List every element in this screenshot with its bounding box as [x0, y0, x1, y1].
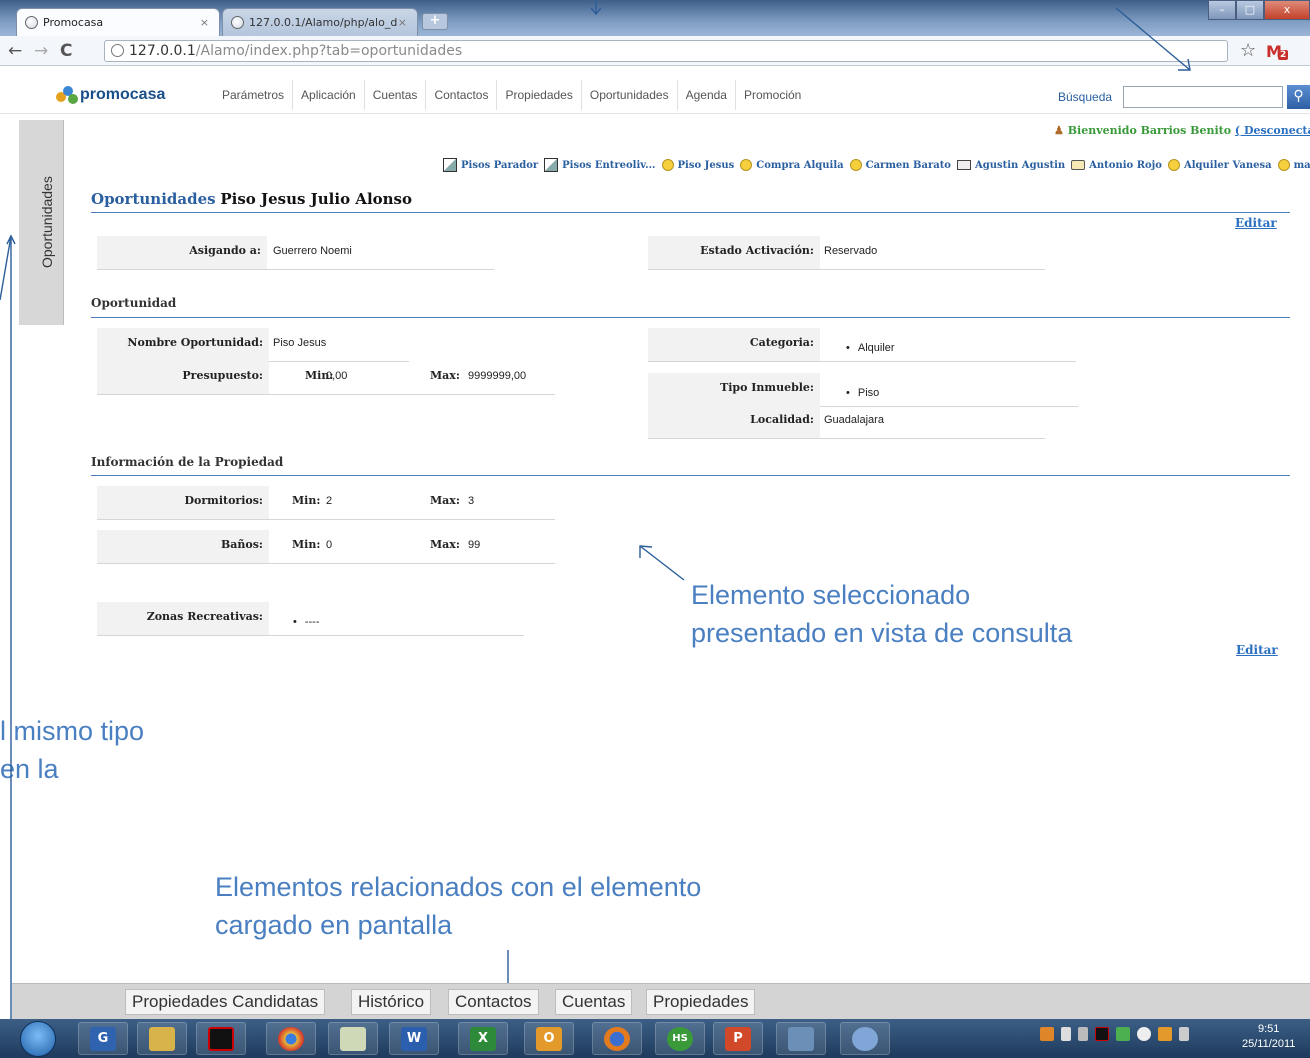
- word-icon: W: [401, 1026, 427, 1051]
- taskbar-app[interactable]: W: [389, 1022, 439, 1055]
- app-icon: [340, 1026, 366, 1051]
- system-tray: [1040, 1027, 1196, 1041]
- excel-icon: X: [470, 1026, 496, 1051]
- tray-icon[interactable]: [1095, 1027, 1109, 1041]
- annotation-arrows: [0, 0, 1191, 1019]
- tray-icon[interactable]: [1040, 1027, 1054, 1041]
- flag-icon[interactable]: [1061, 1027, 1071, 1041]
- tab-contactos[interactable]: Contactos: [448, 989, 539, 1015]
- firefox-icon: [604, 1026, 630, 1051]
- left-annotation-line: [0, 235, 12, 301]
- outlook-tray-icon[interactable]: [1158, 1027, 1172, 1041]
- topright-annotation-arrow: [1115, 7, 1191, 71]
- clock[interactable]: 9:51 25/11/2011: [1242, 1022, 1295, 1052]
- taskbar-app[interactable]: [840, 1022, 890, 1055]
- taskbar-app[interactable]: [328, 1022, 378, 1055]
- taskbar-app[interactable]: P: [713, 1022, 763, 1055]
- selected-annotation-arrow: [639, 545, 685, 581]
- postgres-icon: [788, 1026, 814, 1051]
- taskbar-app[interactable]: X: [458, 1022, 508, 1055]
- folder-icon: [149, 1026, 175, 1051]
- tray-icon[interactable]: [1179, 1027, 1189, 1041]
- taskbar-app[interactable]: HS: [655, 1022, 705, 1055]
- related-tabs-bar: Propiedades Candidatas Histórico Contact…: [12, 983, 1310, 1019]
- tab-cuentas[interactable]: Cuentas: [555, 989, 633, 1015]
- app-icon: [208, 1026, 234, 1051]
- tab-historico[interactable]: Histórico: [351, 989, 432, 1015]
- taskbar-app[interactable]: G: [78, 1022, 128, 1055]
- powerpoint-icon: P: [725, 1026, 751, 1051]
- start-button[interactable]: [20, 1021, 56, 1057]
- tab-propiedades-candidatas[interactable]: Propiedades Candidatas: [125, 989, 326, 1015]
- outlook-icon: O: [536, 1026, 562, 1051]
- chrome-icon: [278, 1026, 304, 1051]
- clock-date: 25/11/2011: [1242, 1038, 1296, 1050]
- taskbar-app[interactable]: [266, 1022, 316, 1055]
- tray-icon[interactable]: [1137, 1027, 1151, 1041]
- app-icon: G: [90, 1026, 116, 1051]
- clock-time: 9:51: [1258, 1023, 1280, 1035]
- app-icon: HS: [667, 1026, 693, 1051]
- volume-icon[interactable]: [1078, 1027, 1088, 1041]
- taskbar-app[interactable]: [776, 1022, 826, 1055]
- network-icon[interactable]: [1116, 1027, 1130, 1041]
- taskbar-app[interactable]: [592, 1022, 642, 1055]
- taskbar-app[interactable]: [137, 1022, 187, 1055]
- tab-propiedades[interactable]: Propiedades: [646, 989, 756, 1015]
- taskbar-app[interactable]: [196, 1022, 246, 1055]
- taskbar-app[interactable]: O: [524, 1022, 574, 1055]
- taskbar: G W X O HS P 9:51 25/11/2011: [0, 1019, 1310, 1058]
- paint-icon: [852, 1026, 878, 1051]
